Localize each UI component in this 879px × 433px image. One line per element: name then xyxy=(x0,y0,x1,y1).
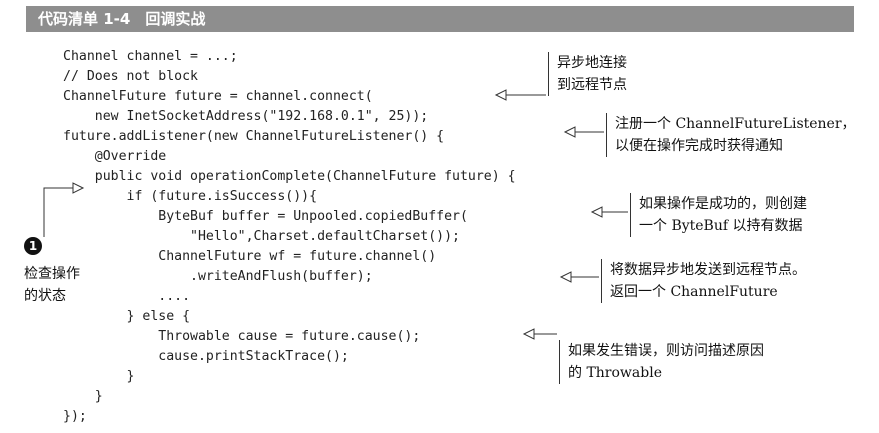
annotation-error: 如果发生错误，则访问描述原因 的 Throwable xyxy=(559,340,764,384)
annotation-connect: 异步地连接 到远程节点 xyxy=(548,52,627,96)
annotation-create-bytebuf: 如果操作是成功的，则创建 一个 ByteBuf 以持有数据 xyxy=(630,193,807,237)
annotation-write-flush: 将数据异步地发送到远程节点。 返回一个 ChannelFuture xyxy=(601,259,806,303)
callout-check-status: 检查操作 的状态 xyxy=(24,266,80,304)
annotation-add-listener: 注册一个 ChannelFutureListener， 以便在操作完成时获得通知 xyxy=(606,113,856,157)
callout-number-badge: 1 xyxy=(24,237,42,255)
